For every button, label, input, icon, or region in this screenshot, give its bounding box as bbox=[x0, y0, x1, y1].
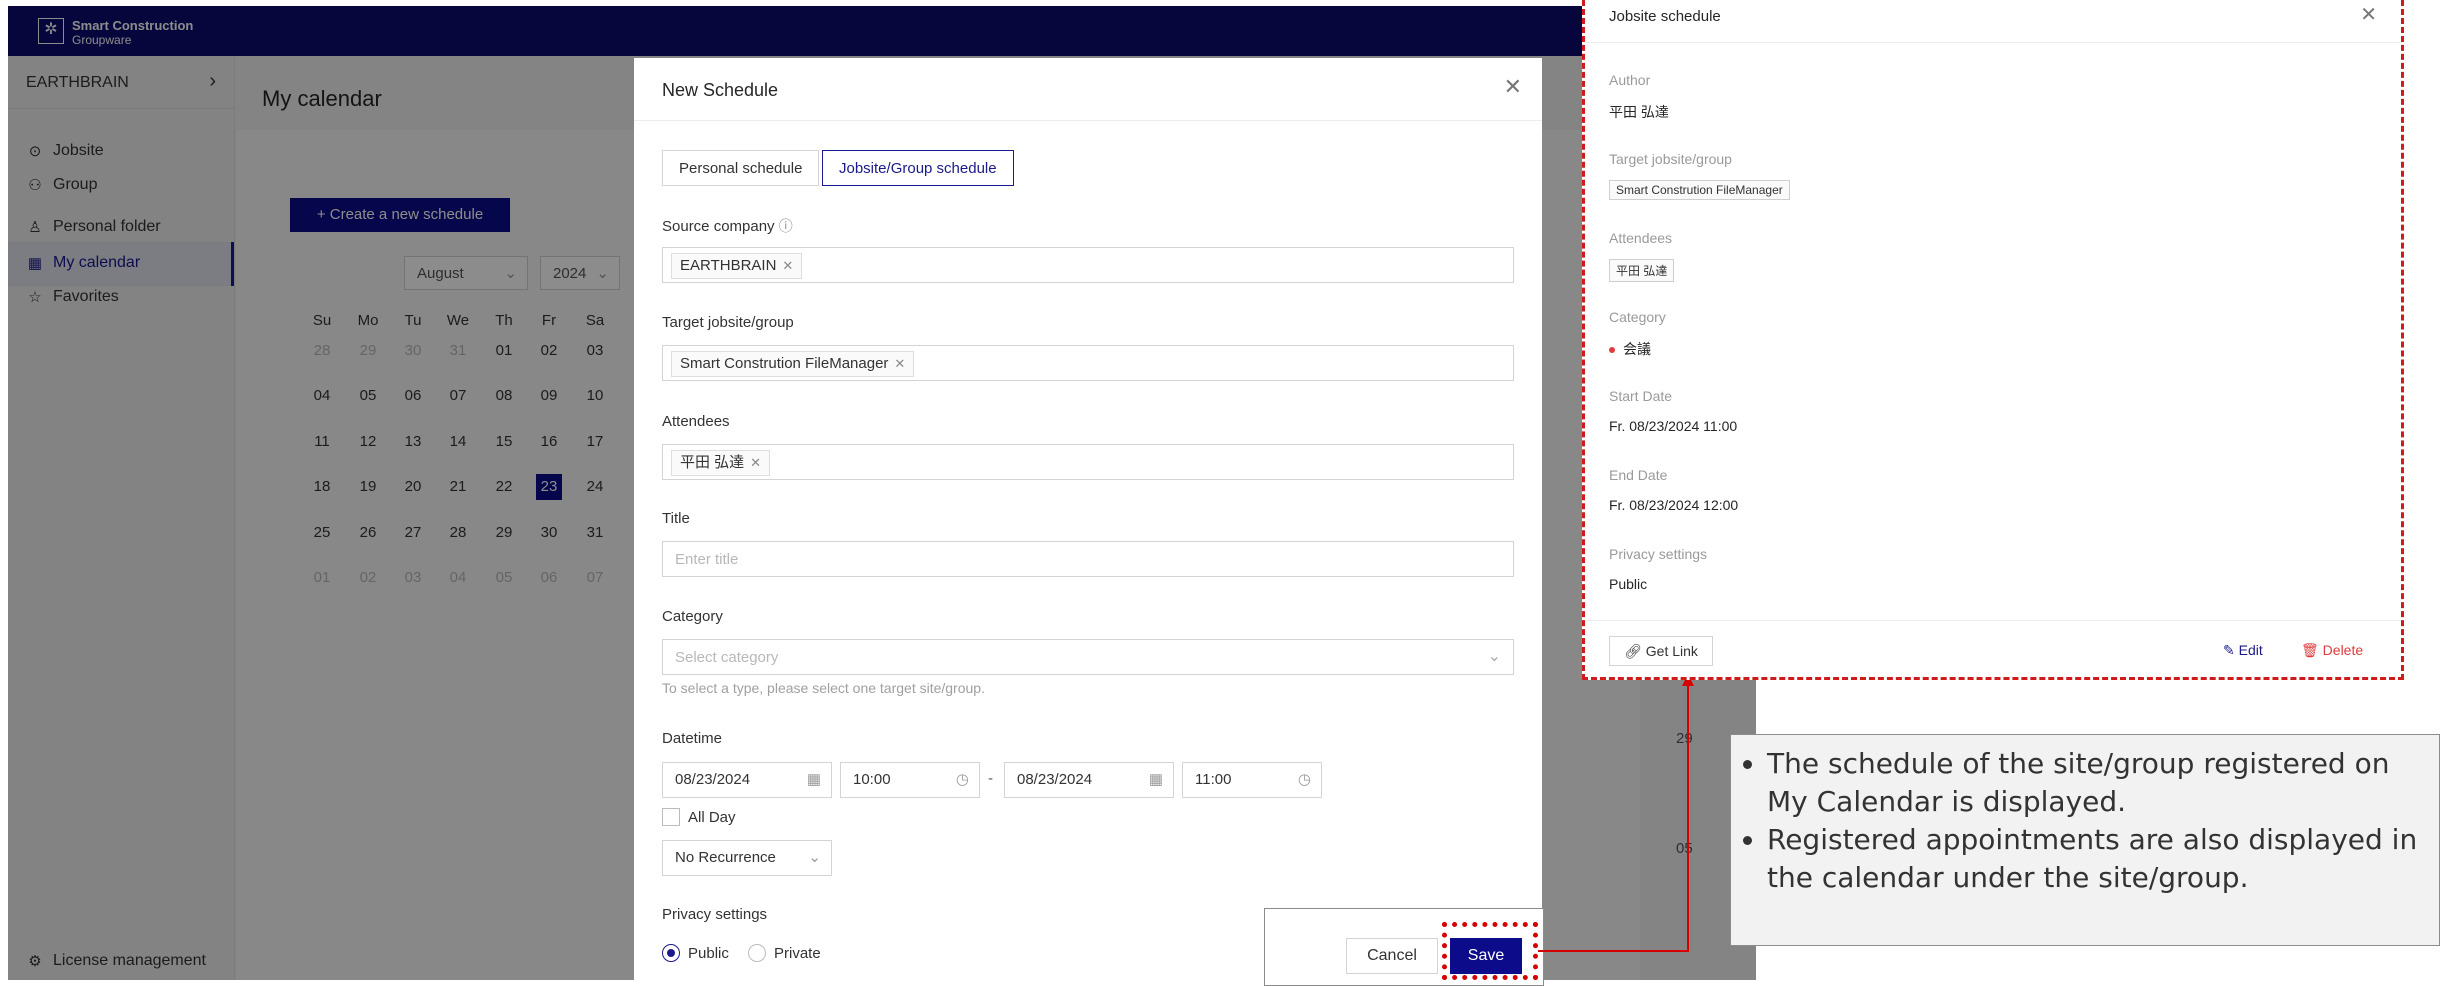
get-link-button[interactable]: 🔗︎ Get Link bbox=[1609, 636, 1713, 666]
detail-title: Jobsite schedule bbox=[1609, 8, 1721, 25]
author-value: 平田 弘達 bbox=[1609, 104, 1669, 120]
edit-label: Edit bbox=[2238, 642, 2263, 658]
divider bbox=[1585, 42, 2401, 43]
close-icon[interactable]: ✕ bbox=[2360, 2, 2377, 27]
delete-button[interactable]: 🗑︎ Delete bbox=[2301, 642, 2363, 659]
category-color-dot bbox=[1609, 347, 1615, 354]
end-date-value: Fr. 08/23/2024 12:00 bbox=[1609, 497, 1739, 513]
author-label: Author bbox=[1609, 72, 1651, 88]
divider bbox=[1585, 620, 2401, 621]
callout-point: The schedule of the site/group registere… bbox=[1767, 745, 2425, 821]
trash-icon: 🗑︎ bbox=[2301, 642, 2319, 658]
target-label: Target jobsite/group bbox=[1609, 151, 1732, 167]
category-text: 会議 bbox=[1623, 341, 1651, 357]
attendees-label: Attendees bbox=[1609, 230, 1673, 246]
end-date-label: End Date bbox=[1609, 467, 1668, 483]
callout-point: Registered appointments are also display… bbox=[1767, 821, 2425, 897]
attendee-tag: 平田 弘達 bbox=[1609, 259, 1675, 282]
jobsite-schedule-panel: Jobsite schedule ✕ Author 平田 弘達 Target j… bbox=[1582, 0, 2404, 680]
category-label: Category bbox=[1609, 309, 1666, 325]
link-icon: 🔗︎ bbox=[1624, 643, 1642, 659]
privacy-label: Privacy settings bbox=[1609, 546, 1708, 562]
start-date-value: Fr. 08/23/2024 11:00 bbox=[1609, 418, 1738, 434]
get-link-label: Get Link bbox=[1645, 643, 1698, 659]
privacy-value: Public bbox=[1609, 576, 1648, 592]
explanation-callout: The schedule of the site/group registere… bbox=[1730, 734, 2440, 946]
callout-list: The schedule of the site/group registere… bbox=[1745, 745, 2425, 897]
start-date-label: Start Date bbox=[1609, 388, 1673, 404]
edit-button[interactable]: ✎ Edit bbox=[2223, 642, 2263, 659]
delete-label: Delete bbox=[2322, 642, 2364, 658]
category-value: 会議 bbox=[1609, 339, 1651, 359]
target-tag: Smart Constrution FileManager bbox=[1609, 180, 1790, 200]
pencil-icon: ✎ bbox=[2223, 642, 2235, 658]
